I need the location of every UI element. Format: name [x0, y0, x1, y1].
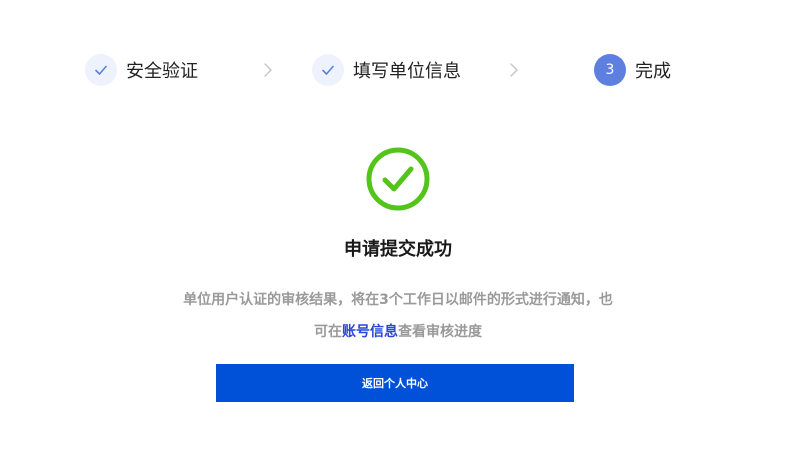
result-description: 单位用户认证的审核结果，将在3个工作日以邮件的形式进行通知，也 可在账号信息查看…	[0, 284, 796, 348]
description-line-2: 可在账号信息查看审核进度	[0, 316, 796, 348]
check-icon	[322, 65, 334, 75]
step-1-done-indicator	[85, 54, 117, 86]
progress-steps: 安全验证 填写单位信息 3 完成	[0, 52, 796, 88]
chevron-right-icon	[264, 63, 272, 77]
step-complete: 3 完成	[594, 52, 671, 88]
step-fill-unit-info: 填写单位信息	[312, 52, 461, 88]
step-3-label: 完成	[635, 61, 671, 82]
result-title: 申请提交成功	[344, 239, 452, 260]
step-2-done-indicator	[312, 54, 344, 86]
result-panel: 申请提交成功 单位用户认证的审核结果，将在3个工作日以邮件的形式进行通知，也 可…	[0, 146, 796, 348]
description-line-1: 单位用户认证的审核结果，将在3个工作日以邮件的形式进行通知，也	[183, 292, 613, 308]
success-check-circle-icon	[366, 147, 430, 211]
chevron-right-icon	[510, 63, 518, 77]
step-2-label: 填写单位信息	[353, 61, 461, 82]
step-1-label: 安全验证	[126, 61, 198, 82]
back-to-personal-center-button[interactable]: 返回个人中心	[216, 364, 574, 402]
description-suffix: 查看审核进度	[398, 324, 482, 340]
step-security-verification: 安全验证	[85, 52, 198, 88]
description-prefix: 可在	[314, 324, 342, 340]
step-3-number-badge: 3	[594, 54, 626, 86]
check-icon	[95, 65, 107, 75]
account-info-link[interactable]: 账号信息	[342, 324, 398, 340]
